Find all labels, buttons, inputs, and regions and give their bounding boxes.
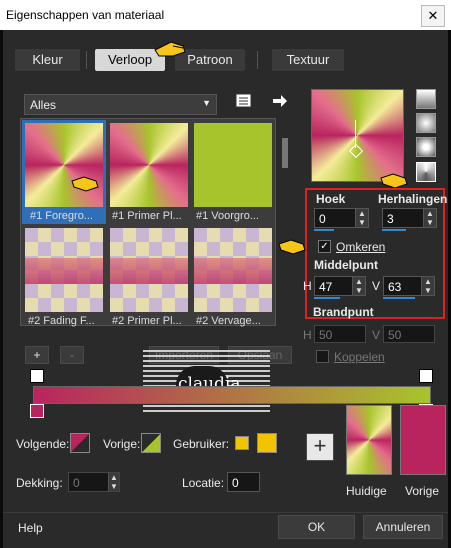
middelpunt-v-input[interactable]: 63 ▲ ▼ bbox=[383, 276, 435, 296]
cancel-button[interactable]: Annuleren bbox=[363, 515, 443, 539]
thumbnail-vervagen[interactable] bbox=[194, 228, 272, 312]
spinner-arrows[interactable]: ▲ ▼ bbox=[352, 277, 365, 295]
title-bar: Eigenschappen van materiaal ✕ bbox=[0, 0, 451, 30]
vorige-swatch[interactable] bbox=[141, 433, 161, 453]
scrollbar-thumb[interactable] bbox=[282, 138, 288, 168]
herhalingen-value: 3 bbox=[387, 212, 394, 226]
herhalingen-label: Herhalingen bbox=[378, 192, 448, 206]
locatie-input[interactable]: 0 bbox=[227, 472, 260, 492]
h-slider[interactable] bbox=[314, 297, 340, 299]
gradient-preview[interactable] bbox=[311, 89, 404, 182]
volgende-label: Volgende: bbox=[16, 437, 70, 451]
omkeren-checkbox[interactable]: ✓ bbox=[318, 240, 331, 253]
herhalingen-slider[interactable] bbox=[382, 229, 406, 231]
gebruiker-color[interactable] bbox=[257, 433, 277, 453]
spinner-arrows[interactable]: ▲ ▼ bbox=[421, 277, 434, 295]
v-label: V bbox=[372, 279, 381, 293]
v-slider[interactable] bbox=[383, 297, 415, 299]
thumbnail-label: #1 Voorgro... bbox=[196, 210, 259, 222]
category-selected: Alles bbox=[30, 98, 57, 112]
thumbnail-label: #1 Foregro... bbox=[30, 210, 93, 222]
gebruiker-label: Gebruiker: bbox=[173, 437, 230, 451]
thumbnail-scrollbar[interactable] bbox=[280, 122, 290, 327]
thumbnail-label: #2 Primer Pl... bbox=[112, 315, 182, 327]
add-to-swatches-button[interactable]: + bbox=[306, 433, 334, 461]
brandpunt-v-input[interactable]: 50 bbox=[383, 325, 435, 343]
category-dropdown[interactable]: Alles ▼ bbox=[24, 94, 217, 115]
herhalingen-input[interactable]: 3 ▲ ▼ bbox=[382, 208, 437, 228]
hoek-slider[interactable] bbox=[314, 229, 334, 231]
radial-style-button[interactable] bbox=[416, 137, 436, 157]
koppelen-label: Koppelen bbox=[334, 350, 385, 364]
vorige-label: Vorige: bbox=[103, 437, 141, 451]
arrow-right-icon[interactable] bbox=[272, 94, 288, 111]
linear-style-button[interactable] bbox=[416, 89, 436, 109]
sunburst-style-button[interactable] bbox=[416, 162, 436, 182]
chevron-down-icon: ▼ bbox=[202, 98, 211, 108]
rectangular-style-button[interactable] bbox=[416, 113, 436, 133]
thumbnail-label: #2 Vervage... bbox=[196, 315, 261, 327]
h-value: 47 bbox=[319, 280, 333, 294]
tab-textuur[interactable]: Textuur bbox=[272, 49, 344, 71]
thumbnail-primer-gradient[interactable] bbox=[110, 123, 188, 207]
brandpunt-label: Brandpunt bbox=[313, 305, 374, 319]
bh-value: 50 bbox=[319, 328, 333, 342]
opacity-stop-right[interactable] bbox=[419, 369, 433, 383]
middelpunt-label: Middelpunt bbox=[314, 258, 378, 272]
koppelen-checkbox[interactable] bbox=[316, 350, 329, 363]
window-title: Eigenschappen van materiaal bbox=[6, 8, 165, 22]
spinner-arrows[interactable]: ▲ ▼ bbox=[108, 473, 119, 491]
help-link[interactable]: Help bbox=[18, 521, 43, 535]
huidige-label: Huidige bbox=[346, 484, 387, 498]
color-stop-left[interactable] bbox=[30, 404, 44, 418]
spinner-arrows[interactable]: ▲ ▼ bbox=[355, 209, 368, 227]
footer-divider bbox=[3, 512, 448, 513]
volgende-swatch[interactable] bbox=[70, 433, 90, 453]
locatie-label: Locatie: bbox=[182, 476, 225, 490]
center-handle[interactable] bbox=[348, 143, 364, 159]
brandpunt-h-input[interactable]: 50 bbox=[314, 325, 366, 343]
thumbnail-label: #1 Primer Pl... bbox=[112, 210, 182, 222]
dekking-input[interactable]: 0 ▲ ▼ bbox=[68, 472, 120, 492]
tab-divider bbox=[257, 51, 258, 69]
thumbnail-solid[interactable] bbox=[194, 123, 272, 207]
hoek-label: Hoek bbox=[316, 192, 346, 206]
gebruiker-swatch[interactable] bbox=[235, 436, 249, 450]
previous-material-swatch[interactable] bbox=[400, 405, 446, 475]
opacity-stop-left[interactable] bbox=[30, 369, 44, 383]
remove-gradient-button[interactable]: - bbox=[60, 346, 84, 364]
bv-value: 50 bbox=[388, 328, 402, 342]
tab-divider bbox=[86, 51, 87, 69]
bv-label: V bbox=[372, 328, 381, 342]
pointer-hand-icon bbox=[153, 38, 187, 63]
v-value: 63 bbox=[388, 280, 402, 294]
add-gradient-button[interactable]: + bbox=[25, 346, 49, 364]
middelpunt-h-input[interactable]: 47 ▲ ▼ bbox=[314, 276, 366, 296]
dekking-value: 0 bbox=[73, 476, 80, 490]
close-button[interactable]: ✕ bbox=[421, 5, 445, 27]
gradient-editor-bar[interactable] bbox=[33, 386, 431, 404]
pointer-hand-icon bbox=[70, 173, 100, 198]
omkeren-label: Omkeren bbox=[336, 240, 386, 254]
pointer-hand-icon bbox=[277, 236, 307, 259]
hoek-value: 0 bbox=[319, 212, 326, 226]
tab-kleur[interactable]: Kleur bbox=[15, 49, 80, 71]
bh-label: H bbox=[303, 328, 312, 342]
thumbnail-primer-fading[interactable] bbox=[110, 228, 188, 312]
locatie-value: 0 bbox=[232, 476, 239, 490]
h-label: H bbox=[303, 279, 312, 293]
hoek-input[interactable]: 0 ▲ ▼ bbox=[314, 208, 369, 228]
spinner-arrows[interactable]: ▲ ▼ bbox=[423, 209, 436, 227]
current-material-swatch[interactable] bbox=[346, 405, 392, 475]
vorige-material-label: Vorige bbox=[405, 484, 440, 498]
thumbnail-label: #2 Fading F... bbox=[28, 315, 95, 327]
thumbnail-fading[interactable] bbox=[25, 228, 103, 312]
ok-button[interactable]: OK bbox=[278, 515, 355, 539]
dekking-label: Dekking: bbox=[16, 476, 63, 490]
manage-list-icon[interactable] bbox=[235, 93, 253, 112]
